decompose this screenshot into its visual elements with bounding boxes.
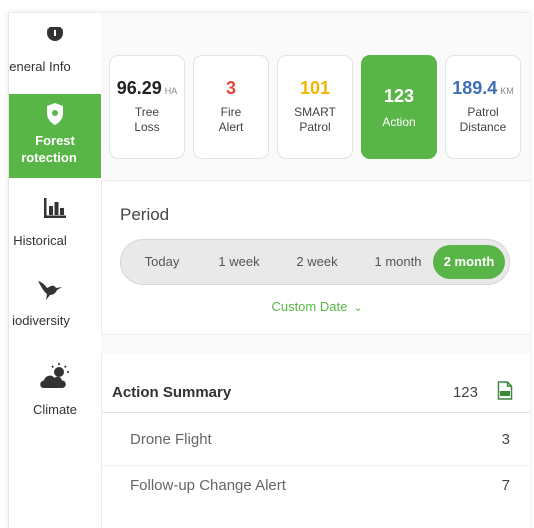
sidebar-item-label: iodiversity [12,313,70,328]
stat-card-action[interactable]: 123 Action [361,55,437,159]
period-segmented-control: Today 1 week 2 week 1 month 2 month [120,239,510,285]
summary-title: Action Summary [112,384,232,401]
shield-icon [47,103,63,125]
sidebar-item-historical[interactable]: Historical [9,183,101,263]
summary-header: Action Summary 123 [102,353,530,413]
cloud-sun-icon [40,363,69,388]
stat-label: Tree Loss [134,105,160,134]
summary-row[interactable]: Follow-up Change Alert 7 [102,463,530,508]
stat-value: 123 [383,86,415,106]
custom-date-dropdown[interactable]: Custom Date ⌄ [102,299,530,314]
pdf-download-icon[interactable] [497,381,513,400]
stat-value: 189.4 KM [452,78,514,98]
period-option-today[interactable]: Today [127,240,197,284]
period-option-1-week[interactable]: 1 week [203,240,275,284]
sidebar-item-label-line2: rotection [21,150,77,165]
summary-row-name: Drone Flight [130,431,212,448]
sidebar: eneral Info Forest rotection Historical [9,13,101,528]
period-option-2-month[interactable]: 2 month [433,245,505,279]
stat-value: 96.29 HA [116,78,178,98]
stat-value: 3 [225,78,236,98]
period-option-1-month[interactable]: 1 month [359,240,437,284]
sidebar-item-climate[interactable]: Climate [9,358,101,438]
stat-value: 101 [299,78,331,98]
bird-icon [38,281,62,300]
sidebar-item-general-info[interactable]: eneral Info [9,13,101,89]
sidebar-item-label-line1: Forest [35,133,75,148]
bar-chart-icon [44,198,66,218]
sidebar-item-biodiversity[interactable]: iodiversity [9,271,101,353]
summary-row-value: 7 [501,477,510,494]
sidebar-item-forest-protection[interactable]: Forest rotection [9,94,101,178]
app-frame: eneral Info Forest rotection Historical [8,12,530,528]
sidebar-item-label: Climate [32,402,78,417]
stat-label: Patrol Distance [459,105,507,134]
stat-card-smart-patrol[interactable]: 101 SMART Patrol [277,55,353,159]
chevron-down-icon: ⌄ [353,302,363,314]
stats-panel: 96.29 HA Tree Loss 3 Fire Alert 101 SMART Pa… [101,13,530,181]
period-title: Period [120,205,170,224]
custom-date-label: Custom Date [271,299,348,314]
stat-label: Fire Alert [218,105,244,134]
action-summary: Action Summary 123 Drone Flight 3 Follow… [101,353,530,528]
period-option-2-week[interactable]: 2 week [281,240,353,284]
sidebar-item-label: Historical [13,233,67,248]
stat-label: SMART Patrol [294,105,336,134]
info-icon [47,27,63,41]
summary-row-name: Follow-up Change Alert [130,477,286,494]
summary-row-value: 3 [501,431,510,448]
period-panel: Period Today 1 week 2 week 1 month 2 mon… [101,181,530,335]
summary-row[interactable]: Drone Flight 3 [102,417,530,462]
stat-card-tree-loss[interactable]: 96.29 HA Tree Loss [109,55,185,159]
sidebar-item-label: eneral Info [9,59,71,74]
stat-card-fire-alert[interactable]: 3 Fire Alert [193,55,269,159]
summary-count: 123 [452,384,478,401]
stat-card-patrol-distance[interactable]: 189.4 KM Patrol Distance [445,55,521,159]
stat-label: Action [382,115,416,129]
